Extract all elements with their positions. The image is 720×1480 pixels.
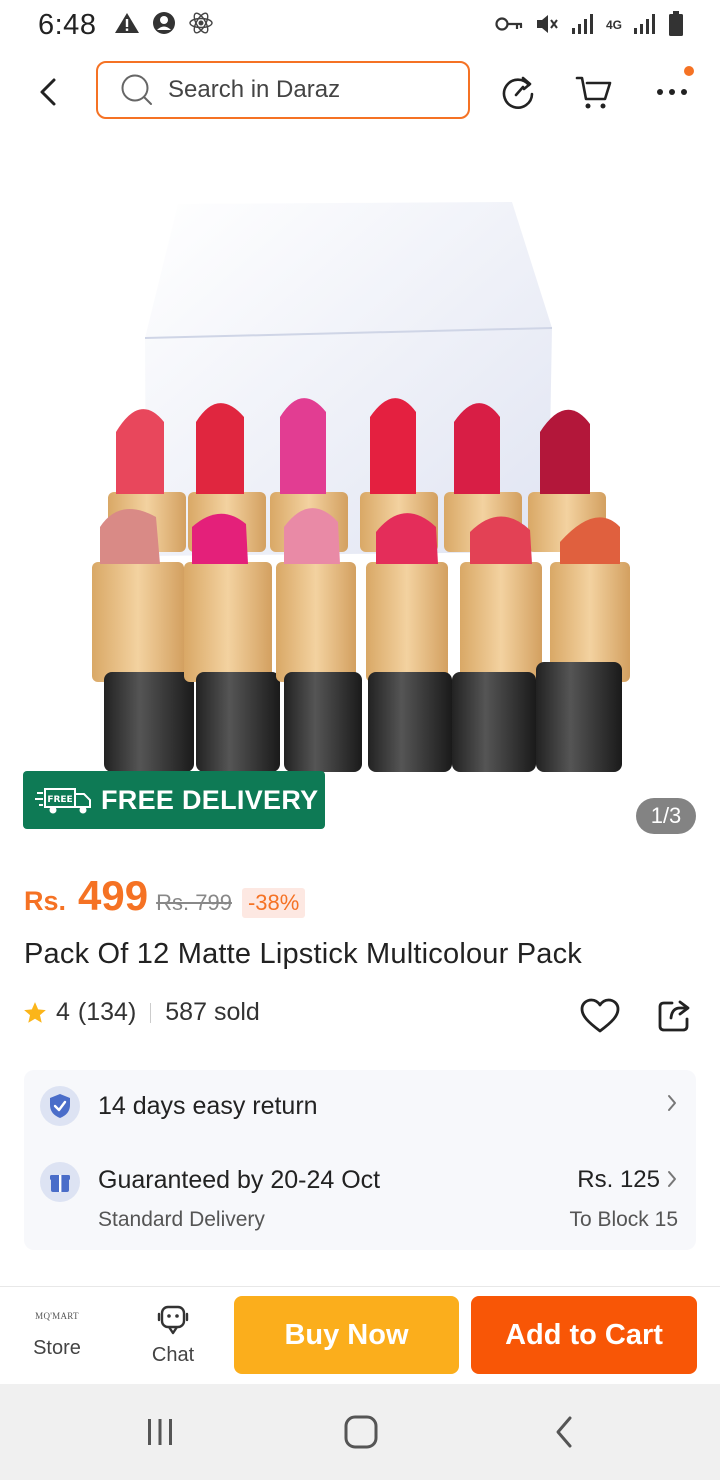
shield-check-icon: [40, 1086, 80, 1126]
share-button[interactable]: [652, 994, 696, 1038]
add-to-cart-button[interactable]: Add to Cart: [471, 1296, 697, 1374]
chat-label: Chat: [151, 1344, 195, 1366]
account-icon: [152, 11, 176, 40]
network-type: 4G: [605, 18, 622, 32]
more-button[interactable]: [650, 66, 694, 114]
delivery-truck-icon: FREE: [35, 788, 91, 814]
chevron-right-icon: [666, 1092, 678, 1118]
search-placeholder: Search in Daraz: [168, 76, 341, 103]
store-logo: MQ'MART: [35, 1311, 79, 1321]
mute-icon: [534, 12, 560, 39]
heart-icon: [580, 998, 620, 1033]
home-button[interactable]: [331, 1408, 391, 1456]
vpn-key-icon: [494, 14, 524, 37]
return-text: 14 days easy return: [98, 1092, 318, 1120]
sold-count: 587 sold: [165, 998, 260, 1026]
gift-box-icon: [40, 1162, 80, 1202]
signal-icon: [570, 12, 596, 39]
search-icon: [121, 74, 152, 105]
warning-icon: [114, 11, 140, 40]
chat-icon: [157, 1305, 189, 1335]
signal-icon-2: [632, 12, 658, 39]
top-navigation: Search in Daraz: [0, 52, 720, 130]
discount-badge: -38%: [241, 888, 306, 918]
status-bar: 6:48 4G: [0, 0, 720, 50]
notification-dot: [684, 66, 694, 76]
rating-divider: [150, 1002, 152, 1023]
return-policy-row[interactable]: 14 days easy return: [24, 1070, 696, 1140]
delivery-info-card: 14 days easy return Guaranteed by 20-24 …: [24, 1070, 696, 1250]
react-icon: [188, 10, 214, 41]
price-value: 499: [78, 872, 149, 919]
status-right-icons: 4G: [494, 10, 684, 40]
recent-apps-button[interactable]: [130, 1408, 190, 1456]
chat-button[interactable]: Chat: [118, 1287, 228, 1384]
system-navigation-bar: [0, 1384, 720, 1480]
rating-row[interactable]: 4 (134) 587 sold: [22, 998, 260, 1027]
cart-button[interactable]: [572, 70, 616, 114]
delivery-estimate-row[interactable]: Guaranteed by 20-24 Oct Standard Deliver…: [24, 1154, 696, 1244]
system-back-button[interactable]: [534, 1408, 594, 1456]
store-label: Store: [33, 1337, 81, 1359]
recent-apps-icon: [148, 1419, 172, 1445]
delivery-fee: Rs. 125: [577, 1166, 660, 1193]
status-left-icons: [114, 10, 214, 41]
chevron-right-icon: [666, 1168, 678, 1194]
history-button[interactable]: [496, 70, 540, 114]
product-title: Pack Of 12 Matte Lipstick Multicolour Pa…: [24, 938, 582, 970]
search-input[interactable]: Search in Daraz: [96, 61, 470, 119]
guarantee-text: Guaranteed by 20-24 Oct: [98, 1166, 381, 1194]
rating-value: 4: [56, 998, 70, 1026]
battery-icon: [668, 10, 684, 40]
home-icon: [344, 1415, 378, 1449]
back-icon: [40, 78, 56, 106]
buy-now-button[interactable]: Buy Now: [234, 1296, 459, 1374]
share-icon: [658, 1000, 690, 1032]
delivery-type: Standard Delivery: [98, 1208, 265, 1231]
product-image-gallery[interactable]: FREE FREE DELIVERY 1/3: [0, 132, 720, 852]
more-icon: [657, 89, 687, 95]
system-back-icon: [556, 1416, 572, 1448]
back-button[interactable]: [28, 72, 68, 112]
wishlist-button[interactable]: [578, 994, 622, 1038]
bottom-action-bar: MQ'MART Store Chat Buy Now Add to Cart: [0, 1287, 720, 1384]
image-page-indicator: 1/3: [636, 798, 696, 834]
star-icon: [24, 1001, 46, 1023]
share-arrow-icon: [502, 76, 534, 109]
status-time: 6:48: [38, 8, 97, 41]
free-delivery-text: FREE DELIVERY: [101, 784, 319, 815]
cart-icon: [575, 76, 612, 109]
original-price: Rs. 799: [156, 890, 232, 915]
free-delivery-badge: FREE FREE DELIVERY: [23, 771, 325, 829]
badge-icon-text: FREE: [47, 795, 72, 805]
product-image: [0, 132, 720, 852]
store-button[interactable]: MQ'MART Store: [2, 1287, 112, 1384]
price-currency: Rs.: [24, 886, 67, 916]
delivery-location: To Block 15: [569, 1208, 678, 1231]
price-row: Rs. 499 Rs. 799 -38%: [24, 872, 306, 920]
review-count: (134): [77, 998, 137, 1026]
